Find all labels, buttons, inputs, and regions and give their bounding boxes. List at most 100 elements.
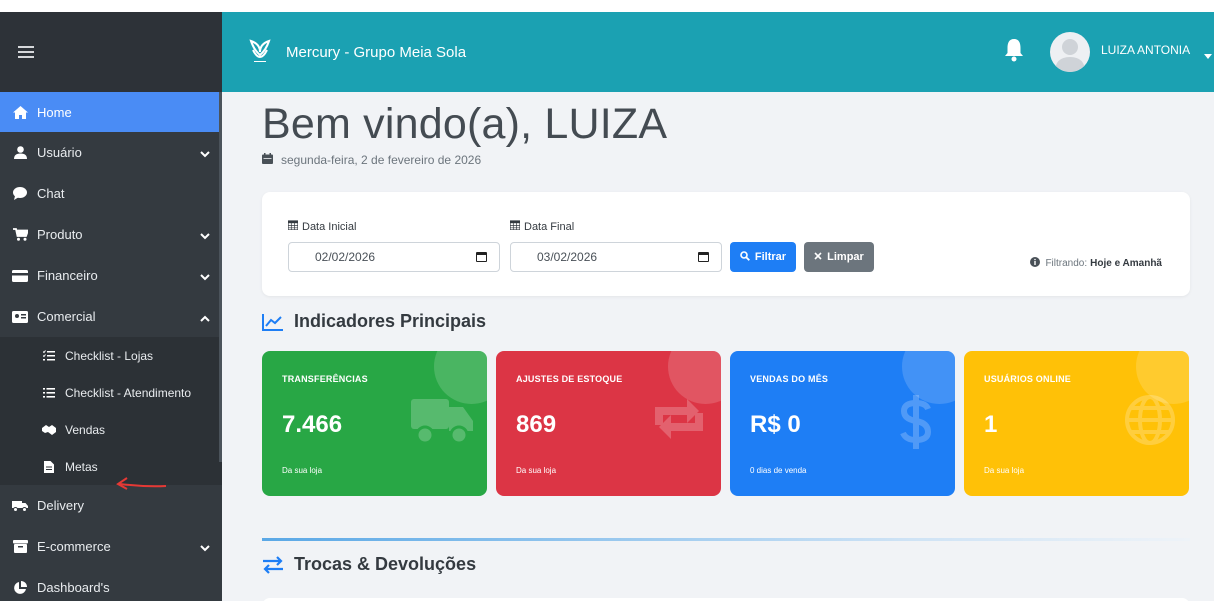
card-label: TRANSFERÊNCIAS	[282, 374, 368, 384]
app-frame: Home Usuário Chat Produto Financeiro Com…	[0, 12, 1214, 601]
sidebar-item-label: Produto	[37, 227, 83, 242]
sidebar-item-chat[interactable]: Chat	[0, 173, 222, 214]
card-icon	[12, 269, 28, 282]
start-date-label-text: Data Inicial	[302, 220, 357, 233]
info-icon	[1030, 257, 1041, 270]
submenu-item-metas[interactable]: Metas	[0, 448, 222, 485]
sidebar-item-label: Comercial	[37, 309, 96, 324]
calendar-icon	[262, 153, 273, 167]
date-filter-card: Data Inicial 02/02/2026 Data Final 03/02…	[262, 192, 1190, 296]
globe-icon	[1125, 395, 1175, 450]
sidebar-item-label: Delivery	[37, 498, 84, 513]
chat-icon	[12, 187, 28, 200]
filter-button[interactable]: Filtrar	[730, 242, 796, 272]
submenu-item-label: Metas	[65, 459, 98, 474]
sidebar-item-usuario[interactable]: Usuário	[0, 132, 222, 173]
truck-icon	[411, 395, 473, 450]
sidebar-header	[0, 12, 222, 92]
top-navbar: Mercury - Grupo Meia Sola LUIZA ANTONIA	[222, 12, 1214, 92]
file-icon	[42, 460, 56, 473]
card-transferencias[interactable]: TRANSFERÊNCIAS 7.466 Da sua loja	[262, 351, 487, 496]
sidebar-item-home[interactable]: Home	[0, 92, 222, 132]
submenu-item-vendas[interactable]: Vendas	[0, 411, 222, 448]
caret-down-icon[interactable]	[1204, 46, 1212, 64]
submenu-item-label: Checklist - Atendimento	[65, 385, 192, 400]
exchange-icon	[651, 395, 707, 446]
chevron-down-icon	[200, 540, 210, 555]
returns-title: Trocas & Devoluções	[294, 554, 477, 574]
date-picker-icon[interactable]	[476, 252, 487, 262]
sidebar-item-label: Chat	[37, 186, 65, 201]
current-date: segunda-feira, 2 de fevereiro de 2026	[262, 153, 481, 167]
card-value: R$ 0	[750, 411, 801, 438]
sidebar-item-label: Home	[37, 104, 72, 120]
sidebar-item-dashboards[interactable]: Dashboard's	[0, 567, 222, 601]
filter-status: Filtrando: Hoje e Amanhã	[1030, 257, 1162, 270]
ecommerce-icon	[12, 540, 28, 553]
card-label: USUÁRIOS ONLINE	[984, 374, 1072, 384]
app-title[interactable]: Mercury - Grupo Meia Sola	[286, 44, 466, 61]
sidebar-item-ecommerce[interactable]: E-commerce	[0, 526, 222, 567]
card-subtext: Da sua loja	[984, 466, 1025, 475]
filter-status-value: Hoje e Amanhã	[1090, 258, 1162, 269]
indicators-heading: Indicadores Principais	[262, 311, 486, 332]
menu-toggle-icon[interactable]	[18, 46, 34, 58]
start-date-value: 02/02/2026	[315, 250, 376, 264]
chevron-down-icon	[200, 146, 210, 161]
sidebar-item-comercial[interactable]: Comercial	[0, 296, 222, 337]
date-text: segunda-feira, 2 de fevereiro de 2026	[281, 153, 482, 167]
card-label: VENDAS DO MÊS	[750, 374, 829, 384]
chevron-down-icon	[200, 228, 210, 243]
user-name[interactable]: LUIZA ANTONIA	[1101, 43, 1190, 57]
card-subtext: Da sua loja	[516, 466, 557, 475]
date-picker-icon[interactable]	[698, 252, 709, 262]
home-icon	[12, 105, 28, 119]
store-icon	[12, 310, 28, 323]
submenu-item-checklist-lojas[interactable]: Checklist - Lojas	[0, 337, 222, 374]
end-date-value: 03/02/2026	[537, 250, 598, 264]
user-icon	[12, 146, 28, 159]
end-date-label-text: Data Final	[524, 220, 575, 233]
end-date-label: Data Final	[509, 220, 575, 233]
line-chart-icon	[262, 313, 284, 331]
list-icon	[42, 387, 56, 398]
truck-icon	[12, 500, 28, 512]
calendar-grid-icon	[509, 220, 521, 233]
avatar[interactable]	[1050, 32, 1090, 72]
chevron-up-icon	[200, 310, 210, 325]
mercury-logo-icon[interactable]	[248, 38, 272, 66]
sidebar-item-label: Dashboard's	[37, 580, 110, 595]
card-ajustes-estoque[interactable]: AJUSTES DE ESTOQUE 869 Da sua loja	[496, 351, 721, 496]
end-date-input[interactable]: 03/02/2026	[510, 242, 722, 272]
card-subtext: 0 dias de venda	[750, 466, 807, 475]
bell-icon[interactable]	[1004, 38, 1024, 67]
close-icon	[814, 251, 822, 263]
submenu-item-label: Checklist - Lojas	[65, 348, 154, 363]
indicators-title: Indicadores Principais	[294, 311, 487, 331]
sidebar-item-produto[interactable]: Produto	[0, 214, 222, 255]
sidebar-item-label: E-commerce	[37, 539, 111, 554]
sidebar-item-delivery[interactable]: Delivery	[0, 485, 222, 526]
dollar-icon	[899, 395, 933, 454]
pie-chart-icon	[12, 580, 28, 595]
submenu-item-checklist-atendimento[interactable]: Checklist - Atendimento	[0, 374, 222, 411]
section-divider	[262, 538, 1190, 541]
returns-heading: Trocas & Devoluções	[262, 554, 476, 575]
card-subtext: Da sua loja	[282, 466, 323, 475]
start-date-label: Data Inicial	[287, 220, 357, 233]
handshake-icon	[42, 424, 56, 435]
card-label: AJUSTES DE ESTOQUE	[516, 374, 623, 384]
cart-icon	[12, 228, 28, 241]
submenu-item-label: Vendas	[65, 422, 106, 437]
card-vendas-mes[interactable]: VENDAS DO MÊS R$ 0 0 dias de venda	[730, 351, 955, 496]
filter-button-label: Filtrar	[754, 251, 787, 263]
clear-button[interactable]: Limpar	[804, 242, 874, 272]
sidebar-item-financeiro[interactable]: Financeiro	[0, 255, 222, 296]
card-value: 869	[516, 411, 557, 438]
clear-button-label: Limpar	[827, 251, 864, 263]
card-usuarios-online[interactable]: USUÁRIOS ONLINE 1 Da sua loja	[964, 351, 1189, 496]
card-value: 1	[984, 411, 998, 438]
chevron-down-icon	[200, 269, 210, 284]
start-date-input[interactable]: 02/02/2026	[288, 242, 500, 272]
card-value: 7.466	[282, 411, 343, 438]
